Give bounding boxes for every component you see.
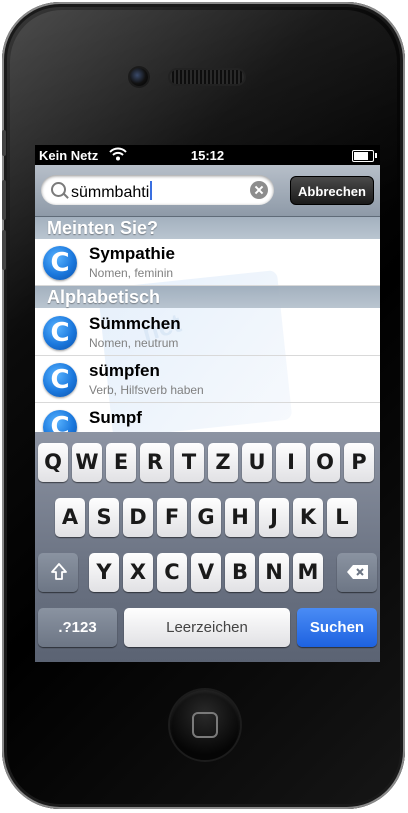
text-caret: [150, 181, 153, 200]
key-n[interactable]: N: [259, 553, 289, 592]
list-item[interactable]: C sümpfen Verb, Hilfsverb haben: [35, 356, 380, 403]
key-x[interactable]: X: [123, 553, 153, 592]
key-r[interactable]: R: [140, 443, 170, 482]
key-a[interactable]: A: [55, 498, 85, 537]
mute-switch: [2, 130, 6, 156]
cancel-button[interactable]: Abbrechen: [290, 176, 374, 205]
clear-icon[interactable]: [250, 181, 268, 199]
key-t[interactable]: T: [174, 443, 204, 482]
key-l[interactable]: L: [327, 498, 357, 537]
key-q[interactable]: Q: [38, 443, 68, 482]
shift-key[interactable]: [38, 553, 78, 592]
numbers-key[interactable]: .?123: [38, 608, 117, 647]
home-square-icon: [192, 712, 218, 738]
list-item[interactable]: C Sympathie Nomen, feminin: [35, 239, 380, 286]
search-input[interactable]: sümmbahti: [41, 175, 274, 205]
item-title: Sympathie: [89, 244, 175, 263]
key-w[interactable]: W: [72, 443, 102, 482]
list-item[interactable]: C Sumpf: [35, 403, 380, 432]
key-c[interactable]: C: [157, 553, 187, 592]
key-u[interactable]: U: [242, 443, 272, 482]
search-input-value: sümmbahti: [71, 181, 153, 202]
earpiece-speaker: [170, 70, 244, 84]
status-time: 15:12: [190, 148, 225, 163]
key-h[interactable]: H: [225, 498, 255, 537]
key-k[interactable]: K: [293, 498, 323, 537]
screen: Kein Netz 15:12 sümmbahti Abbrechen net: [35, 145, 380, 662]
item-subtitle: Verb, Hilfsverb haben: [89, 383, 204, 397]
section-header-suggestions: Meinten Sie?: [35, 217, 380, 239]
key-f[interactable]: F: [157, 498, 187, 537]
magnifier-icon: [51, 182, 66, 197]
key-y[interactable]: Y: [89, 553, 119, 592]
front-camera: [130, 68, 148, 86]
key-d[interactable]: D: [123, 498, 153, 537]
space-key[interactable]: Leerzeichen: [124, 608, 290, 647]
key-g[interactable]: G: [191, 498, 221, 537]
battery-fill: [354, 152, 369, 160]
dictionary-c-icon: C: [43, 316, 77, 350]
key-j[interactable]: J: [259, 498, 289, 537]
status-bar: Kein Netz 15:12: [35, 145, 380, 165]
key-e[interactable]: E: [106, 443, 136, 482]
key-s[interactable]: S: [89, 498, 119, 537]
key-z[interactable]: Z: [208, 443, 238, 482]
key-v[interactable]: V: [191, 553, 221, 592]
dictionary-c-icon: C: [43, 363, 77, 397]
search-bar: sümmbahti Abbrechen: [35, 165, 380, 217]
home-button[interactable]: [170, 690, 240, 760]
phone-frame: Kein Netz 15:12 sümmbahti Abbrechen net: [2, 2, 405, 809]
section-header-alphabetical: Alphabetisch: [35, 286, 380, 308]
list-item[interactable]: C Sümmchen Nomen, neutrum: [35, 309, 380, 356]
key-m[interactable]: M: [293, 553, 323, 592]
item-subtitle: Nomen, neutrum: [89, 336, 179, 350]
volume-down-button: [2, 230, 6, 270]
item-title: Sümmchen: [89, 314, 181, 333]
key-b[interactable]: B: [225, 553, 255, 592]
backspace-icon: [347, 565, 368, 579]
key-i[interactable]: I: [276, 443, 306, 482]
dictionary-c-icon: C: [43, 246, 77, 280]
item-subtitle: Nomen, feminin: [89, 266, 174, 280]
shift-icon: [51, 563, 67, 580]
results-list: net Meinten Sie? C Sympathie Nomen, femi…: [35, 217, 380, 432]
key-p[interactable]: P: [344, 443, 374, 482]
volume-up-button: [2, 180, 6, 220]
dictionary-c-icon: C: [43, 410, 77, 432]
item-title: Sumpf: [89, 408, 142, 427]
keyboard: Q W E R T Z U I O P A S D F G H J K L Y …: [35, 432, 380, 662]
search-key[interactable]: Suchen: [297, 608, 377, 647]
key-o[interactable]: O: [310, 443, 340, 482]
battery-icon: [352, 150, 377, 162]
backspace-key[interactable]: [337, 553, 377, 592]
item-title: sümpfen: [89, 361, 160, 380]
